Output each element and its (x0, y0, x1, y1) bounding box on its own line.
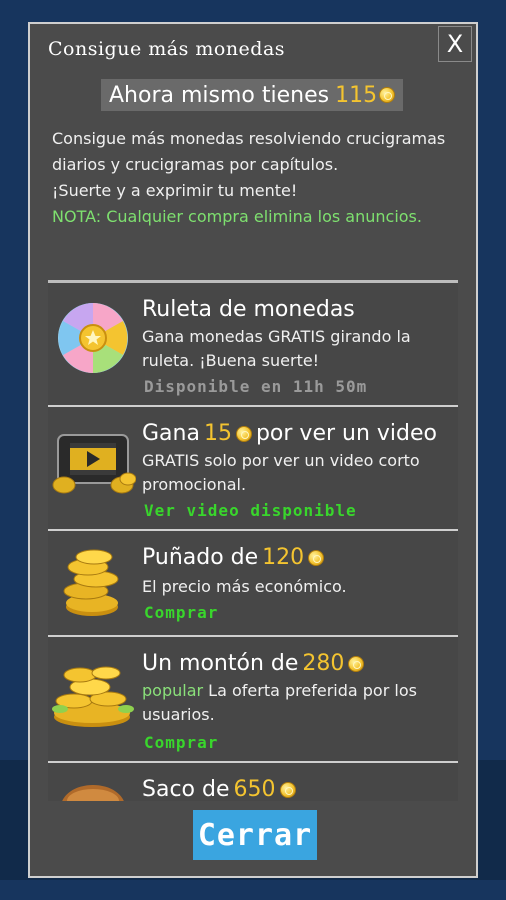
coins-dialog: Consigue más monedas X Ahora mismo tiene… (28, 22, 478, 878)
offer-pile-amount: 280 (302, 651, 345, 676)
description: Consigue más monedas resolviendo crucigr… (52, 126, 462, 230)
offer-roulette-title: Ruleta de monedas (142, 297, 355, 322)
nota-text: NOTA: Cualquier compra elimina los anunc… (52, 207, 422, 226)
offer-handful-body: El precio más económico. (142, 577, 347, 596)
coin-icon (308, 549, 325, 566)
offer-sack-amount: 650 (233, 777, 276, 801)
coin-icon (379, 87, 396, 103)
offer-handful-title: Puñado de 120 (142, 545, 325, 570)
coin-icon (235, 425, 252, 442)
offer-roulette[interactable]: Ruleta de monedas Gana monedas GRATIS gi… (48, 283, 458, 407)
offer-handful-prefix: Puñado de (142, 545, 259, 570)
offer-roulette-status: Disponible en 11h 50m (144, 377, 368, 396)
coin-stack-small-icon (63, 549, 119, 616)
coin-pile-icon (52, 666, 134, 727)
video-player-icon (52, 434, 136, 494)
offer-pile[interactable]: Un montón de 280 popular La oferta prefe… (48, 637, 458, 763)
offer-video-suffix: por ver un video (255, 421, 437, 446)
offer-video-prefix: Gana (142, 421, 200, 446)
roulette-wheel-icon (58, 303, 128, 373)
offer-sack-title: Saco de 650 (142, 777, 296, 801)
coin-sack-icon (62, 785, 124, 801)
offer-handful-buy[interactable]: Comprar (144, 603, 218, 622)
popular-tag: popular (142, 681, 204, 700)
offer-video-status[interactable]: Ver video disponible (144, 501, 357, 520)
coin-icon (279, 781, 296, 798)
close-x-button[interactable]: X (438, 26, 472, 62)
offer-sack-prefix: Saco de (142, 777, 230, 801)
offer-pile-title: Un montón de 280 (142, 651, 365, 676)
description-text: Consigue más monedas resolviendo crucigr… (52, 129, 446, 174)
balance-value: 115 (335, 82, 378, 108)
balance-display: Ahora mismo tienes 115 (101, 79, 404, 111)
offer-roulette-body: Gana monedas GRATIS girando la ruleta. ¡… (142, 327, 411, 370)
offer-video[interactable]: Gana 15 por ver un video GRATIS solo por… (48, 407, 458, 531)
offer-video-body: GRATIS solo por ver un video corto promo… (142, 451, 420, 494)
coin-icon (348, 655, 365, 672)
offer-sack[interactable]: Saco de 650 (48, 763, 458, 801)
offer-handful[interactable]: Puñado de 120 El precio más económico. C… (48, 531, 458, 637)
offer-pile-body: popular La oferta preferida por los usua… (142, 679, 452, 727)
offer-video-title: Gana 15 por ver un video (142, 421, 437, 446)
offer-video-amount: 15 (203, 421, 232, 446)
balance-label: Ahora mismo tienes (109, 82, 330, 108)
dialog-title: Consigue más monedas (48, 38, 286, 60)
offer-pile-prefix: Un montón de (142, 651, 299, 676)
offers-list[interactable]: Ruleta de monedas Gana monedas GRATIS gi… (48, 280, 458, 801)
offer-pile-buy[interactable]: Comprar (144, 733, 218, 752)
luck-text: ¡Suerte y a exprimir tu mente! (52, 181, 298, 200)
offer-handful-amount: 120 (262, 545, 305, 570)
cerrar-button[interactable]: Cerrar (193, 810, 317, 860)
